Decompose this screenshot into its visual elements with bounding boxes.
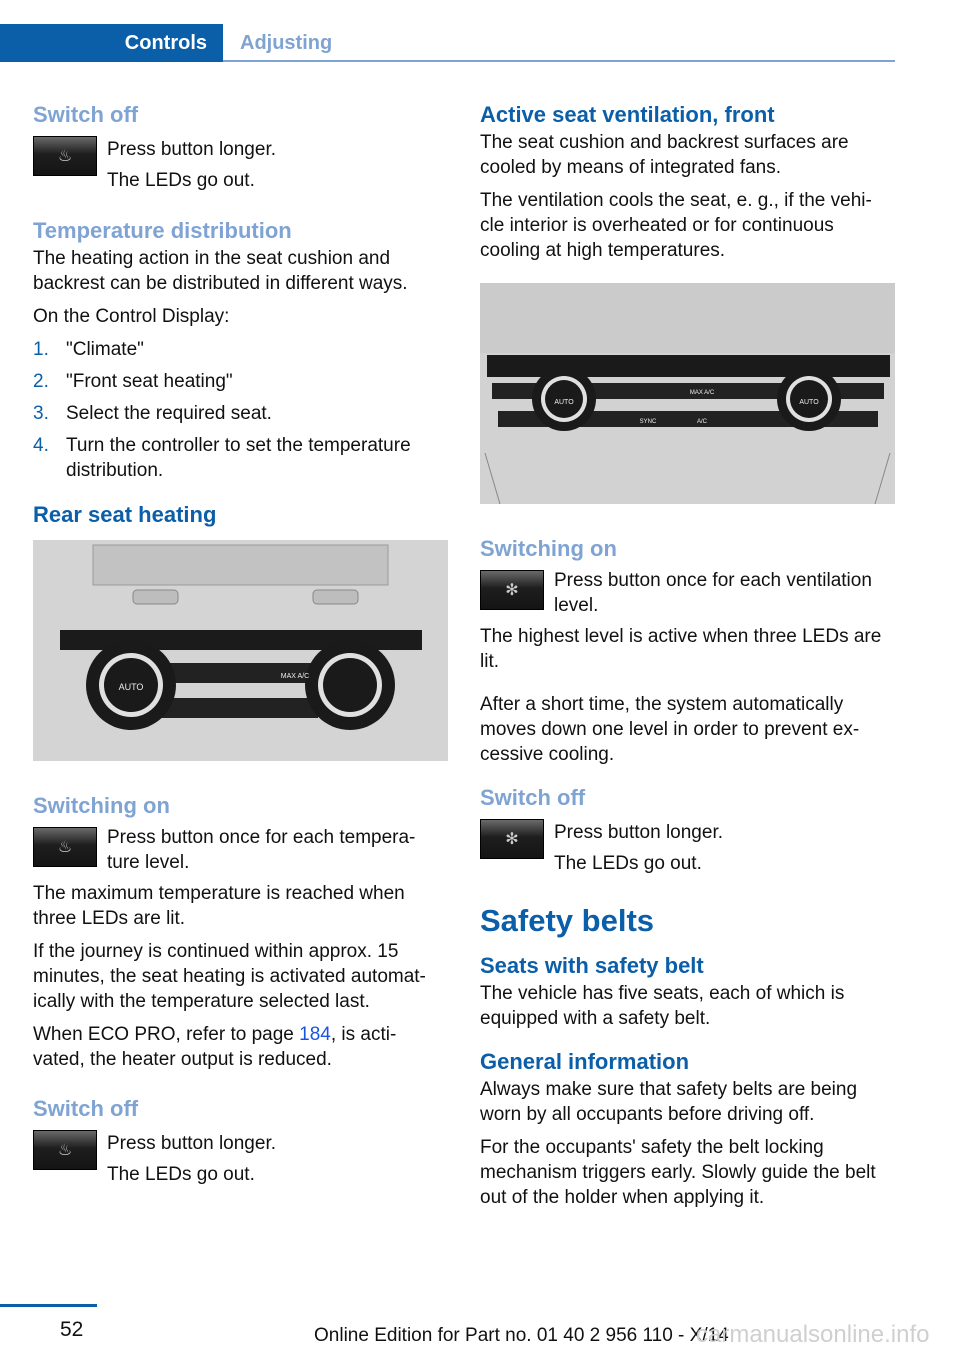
paragraph: After a short time, the system automatic…	[480, 694, 860, 765]
paragraph: When ECO PRO, refer to page 184, is acti…	[33, 1022, 448, 1072]
paragraph: The maximum temperature is reached when …	[33, 883, 405, 929]
auto-label-right: AUTO	[799, 399, 819, 406]
step-number: 3.	[33, 403, 49, 424]
text: When ECO PRO, refer to page	[33, 1024, 300, 1045]
general-information-heading: General information	[480, 1049, 690, 1074]
list-item: 2. "Front seat heating"	[33, 369, 448, 394]
page-link[interactable]: 184	[299, 1024, 331, 1045]
sync-label: SYNC	[640, 419, 657, 425]
list-item: 1. "Climate"	[33, 337, 448, 362]
seat-ventilation-icon: ✻	[480, 819, 544, 859]
footer-divider	[0, 1304, 97, 1307]
paragraph: The vehicle has five seats, each of whic…	[480, 983, 845, 1029]
left-column: Switch off ♨ Press button longer. The LE…	[33, 100, 448, 1190]
switch-off-heading: Switch off	[33, 1096, 139, 1121]
paragraph: If the journey is continued within appro…	[33, 941, 426, 1012]
step-number: 2.	[33, 371, 49, 392]
watermark: carmanualsonline.info	[696, 1321, 930, 1348]
right-column: Active seat ventilation, front The seat …	[480, 100, 895, 1210]
tab-adjusting[interactable]: Adjusting	[240, 24, 332, 62]
ac-label: A/C	[697, 419, 708, 425]
step-number: 4.	[33, 435, 49, 456]
paragraph: The highest level is active when three L…	[480, 626, 882, 672]
instruction-text: The LEDs go out.	[107, 170, 255, 191]
paragraph: The heating action in the seat cushion a…	[33, 248, 408, 294]
switching-on-instruction: ♨ Press button once for each tempera-tur…	[33, 825, 448, 875]
paragraph: Always make sure that safety belts are b…	[480, 1079, 858, 1125]
switch-off-heading: Switch off	[33, 102, 139, 127]
switch-off-instruction: ✻ Press button longer. The LEDs go out.	[480, 817, 895, 879]
page-number: 52	[60, 1318, 84, 1341]
instruction-text: Press button longer.	[554, 822, 723, 843]
seats-with-safety-belt-heading: Seats with safety belt	[480, 953, 704, 978]
step-text: Select the required seat.	[66, 403, 272, 424]
seat-heating-icon: ♨	[33, 136, 97, 176]
max-ac-label: MAX A/C	[281, 673, 309, 680]
rear-seat-heating-heading: Rear seat heating	[33, 502, 217, 527]
header-bar: Controls Adjusting	[0, 24, 895, 62]
instruction-text: The LEDs go out.	[554, 853, 702, 874]
seat-heating-icon: ♨	[33, 1130, 97, 1170]
seat-ventilation-icon: ✻	[480, 570, 544, 610]
edition-text: Online Edition for Part no. 01 40 2 956 …	[314, 1325, 729, 1346]
switch-off-heading: Switch off	[480, 785, 586, 810]
temperature-distribution-heading: Temperature distribution	[33, 218, 292, 243]
step-text: Turn the controller to set the temperatu…	[66, 435, 411, 481]
front-climate-panel-image: AUTO AUTO MAX A/C SYNC A/C	[480, 283, 895, 504]
seat-heating-icon: ♨	[33, 827, 97, 867]
switch-off-instruction: ♨ Press button longer. The LEDs go out.	[33, 134, 448, 196]
paragraph: The seat cushion and backrest surfaces a…	[480, 132, 849, 178]
max-ac-label: MAX A/C	[690, 390, 715, 396]
ventilation-heading: Active seat ventilation, front	[480, 102, 775, 127]
header-divider	[223, 60, 895, 62]
instruction-text: The LEDs go out.	[107, 1164, 255, 1185]
rear-climate-panel-image: AUTO MAX A/C	[33, 540, 448, 761]
switching-on-instruction: ✻ Press button once for each ventilation…	[480, 568, 895, 618]
auto-label-left: AUTO	[554, 399, 574, 406]
auto-label: AUTO	[119, 682, 144, 692]
list-item: 4. Turn the controller to set the tempera…	[33, 433, 448, 483]
instruction-text: Press button longer.	[107, 1133, 276, 1154]
instruction-text: Press button longer.	[107, 139, 276, 160]
steps-list: 1. "Climate" 2. "Front seat heating" 3. Sel…	[33, 337, 448, 483]
step-text: "Climate"	[66, 339, 144, 360]
step-number: 1.	[33, 339, 49, 360]
instruction-text: Press button once for each tempera-ture …	[107, 827, 416, 873]
switching-on-heading: Switching on	[480, 536, 617, 561]
tab-controls[interactable]: Controls	[0, 24, 223, 62]
safety-belts-title: Safety belts	[480, 903, 655, 938]
paragraph: The ventilation cools the seat, e. g., i…	[480, 190, 872, 261]
list-item: 3. Select the required seat.	[33, 401, 448, 426]
instruction-text: Press button once for each ventilation l…	[554, 570, 872, 616]
switching-on-heading: Switching on	[33, 793, 170, 818]
paragraph: For the occupants' safety the belt locki…	[480, 1137, 876, 1208]
paragraph: On the Control Display:	[33, 306, 230, 327]
step-text: "Front seat heating"	[66, 371, 233, 392]
switch-off-instruction: ♨ Press button longer. The LEDs go out.	[33, 1128, 448, 1190]
